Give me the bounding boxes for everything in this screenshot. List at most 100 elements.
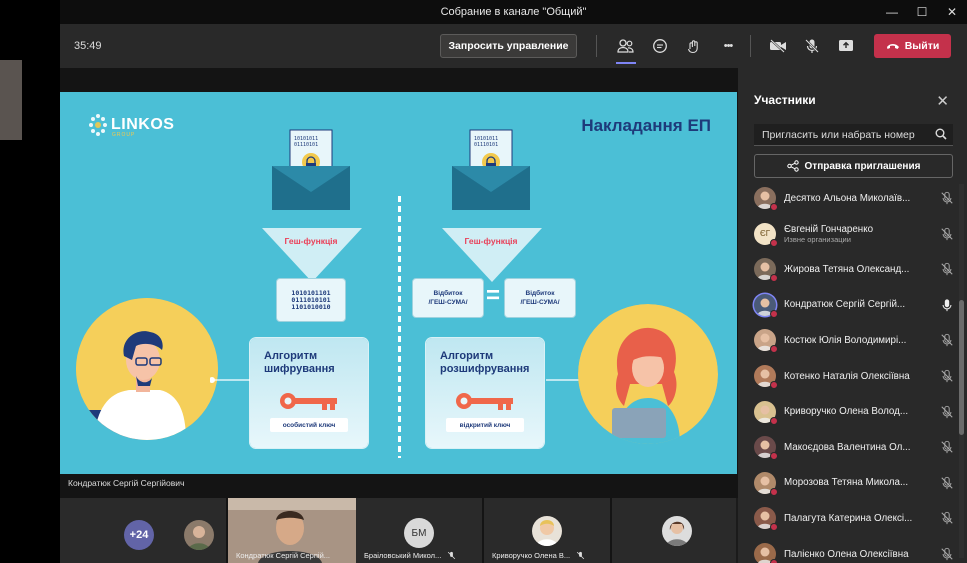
participant-avatar [184, 520, 214, 550]
man-illustration [76, 298, 218, 440]
window-title: Собрание в канале "Общий" [440, 6, 587, 18]
mic-off-icon[interactable] [940, 262, 954, 276]
mic-off-icon[interactable] [800, 34, 824, 58]
participant-avatar [754, 543, 778, 563]
chat-icon[interactable] [648, 34, 672, 58]
tile-name: Кондратюк Сергій Серпій... [236, 551, 330, 560]
participant-info: Костюк Юлія Володимирі... [784, 335, 906, 346]
mic-off-icon[interactable] [940, 476, 954, 490]
participant-avatar [532, 516, 562, 546]
participant-gallery: +24 Кондратюк Сергій Серпій... БМ Браіло… [60, 498, 738, 563]
participant-name: Криворучко Олена Волод... [784, 406, 909, 418]
minimize-button[interactable]: — [877, 0, 907, 24]
scrollbar-thumb[interactable] [959, 300, 964, 435]
participants-icon[interactable] [614, 34, 638, 64]
participant-info: Десятко Альона Миколаїв... [784, 193, 910, 204]
svg-text:01110101: 01110101 [474, 142, 498, 148]
linkos-logo: LINKOS GROUP [86, 110, 174, 140]
participant-item[interactable]: Макоєдова Валентина Ол... [754, 435, 954, 461]
participant-info: Кондратюк Сергій Сергій... [784, 299, 905, 310]
mic-off-icon[interactable] [940, 191, 954, 205]
video-tile-other[interactable] [612, 498, 736, 563]
invite-search-input[interactable]: Пригласить или набрать номер [754, 124, 953, 146]
participant-name: Макоєдова Валентина Ол... [784, 441, 911, 453]
participant-info: Палагута Катерина Олексі... [784, 513, 912, 524]
participant-item[interactable]: Кондратюк Сергій Сергій... [754, 293, 954, 318]
share-invite-button[interactable]: Отправка приглашения [754, 154, 953, 178]
participant-avatar: ЄГ [754, 222, 778, 247]
participant-item[interactable]: Палієнко Олена Олексіївна [754, 542, 954, 563]
status-indicator [770, 345, 778, 354]
participant-avatar [754, 187, 778, 211]
hangup-icon [886, 44, 899, 49]
mic-off-icon[interactable] [940, 369, 954, 383]
algo-title-line2-right: розшифрування [440, 363, 530, 375]
private-key-icon [280, 393, 337, 410]
share-screen-icon[interactable] [834, 34, 858, 58]
algo-title-line1: Алгоритм [264, 350, 318, 362]
participant-item[interactable]: ЄГ Євгеній Гончаренко Извне организации [754, 222, 954, 247]
video-tile-kryvoruchko[interactable]: Криворучко Олена В... [484, 498, 612, 563]
status-indicator [770, 487, 778, 496]
slide-divider [398, 196, 401, 458]
mic-off-icon[interactable] [940, 547, 954, 561]
more-participants-badge[interactable]: +24 [124, 520, 154, 550]
participant-item[interactable]: Морозова Тетяна Микола... [754, 471, 954, 496]
algo-title-left: Алгоритм шифрування [264, 350, 335, 376]
participant-avatar [754, 293, 778, 318]
decryption-algorithm-box: Алгоритм розшифрування відкритий ключ [426, 338, 544, 448]
overflow-tile[interactable]: +24 [60, 498, 228, 563]
participant-item[interactable]: Десятко Альона Миколаїв... [754, 186, 954, 211]
more-options-button[interactable]: ••• [716, 34, 740, 58]
participant-info: Євгеній Гончаренко Извне организации [784, 224, 873, 244]
video-tile-bm[interactable]: БМ Браіловський Микол... [356, 498, 484, 563]
participant-item[interactable]: Котенко Наталія Олексіївна [754, 364, 954, 389]
maximize-button[interactable]: ☐ [907, 0, 937, 24]
video-tile-presenter[interactable]: Кондратюк Сергій Серпій... [228, 498, 356, 563]
document-envelope-icon-right: 1010101101110101 [452, 129, 530, 210]
hash-function-label-right: Геш-функція [464, 236, 518, 246]
participant-info: Макоєдова Валентина Ол... [784, 442, 910, 453]
meeting-timer: 35:49 [74, 40, 102, 52]
mic-off-icon[interactable] [940, 227, 954, 241]
participants-scrollbar[interactable] [959, 184, 964, 558]
document-envelope-icon: 1010101101110101 [272, 129, 350, 210]
algo-title-line1-right: Алгоритм [440, 350, 494, 362]
mic-off-icon[interactable] [940, 405, 954, 419]
tile-name-text: Браіловський Микол... [364, 551, 442, 560]
close-window-button[interactable]: ✕ [937, 0, 967, 24]
status-indicator [770, 452, 778, 461]
participant-avatar [754, 365, 778, 389]
leave-label: Выйти [904, 40, 940, 52]
algo-title-line2: шифрування [264, 363, 335, 375]
share-invite-label: Отправка приглашения [804, 160, 921, 172]
presenter-name: Кондратюк Сергій Сергійович [68, 478, 185, 488]
mic-off-icon[interactable] [940, 440, 954, 454]
panel-title: Участники [754, 93, 816, 107]
request-control-button[interactable]: Запросить управление [440, 34, 577, 58]
close-icon[interactable]: ✕ [936, 92, 949, 110]
avatar-initials: ЄГ [759, 229, 771, 239]
camera-off-icon[interactable] [766, 34, 790, 58]
leave-button[interactable]: Выйти [874, 34, 951, 58]
presentation-slide: LINKOS GROUP Накладання ЕП 10101011 01110… [60, 92, 737, 474]
mic-off-icon[interactable] [940, 511, 954, 525]
participant-name: Палагута Катерина Олексі... [784, 512, 913, 524]
participant-item[interactable]: Криворучко Олена Волод... [754, 400, 954, 425]
search-icon[interactable] [935, 128, 947, 140]
reactions-icon[interactable] [682, 34, 706, 58]
participant-item[interactable]: Жирова Тетяна Олександ... [754, 257, 954, 283]
shared-content-stage: LINKOS GROUP Накладання ЕП 10101011 01110… [60, 68, 738, 563]
mic-on-icon[interactable] [940, 298, 954, 312]
participant-item[interactable]: Палагута Катерина Олексі... [754, 506, 954, 532]
connector-line-left [210, 377, 250, 383]
participant-avatar [754, 507, 778, 532]
status-indicator [770, 381, 778, 389]
toolbar-divider [596, 35, 597, 57]
participant-item[interactable]: Костюк Юлія Володимирі... [754, 328, 954, 354]
participant-subtitle: Извне организации [784, 234, 851, 244]
logo-mark-icon [89, 114, 107, 136]
mic-off-icon[interactable] [940, 333, 954, 347]
tile-name: Криворучко Олена В... [492, 551, 585, 560]
status-indicator [770, 274, 778, 283]
